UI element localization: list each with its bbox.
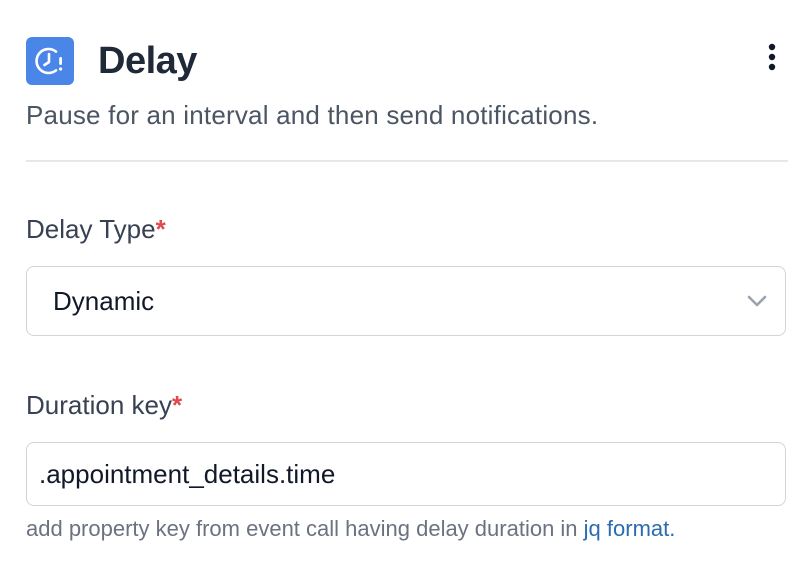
duration-key-label: Duration key*: [26, 390, 182, 421]
chevron-down-icon: [747, 295, 767, 307]
panel-header: Delay: [26, 36, 197, 86]
clock-alert-glyph: [35, 47, 63, 75]
duration-key-help-text: add property key from event call having …: [26, 516, 675, 542]
divider: [26, 160, 788, 162]
duration-key-label-text: Duration key: [26, 390, 172, 420]
delay-type-select[interactable]: Dynamic: [26, 266, 786, 336]
clock-alert-icon: [26, 37, 74, 85]
more-vertical-icon[interactable]: [756, 40, 788, 74]
delay-config-panel: Delay Pause for an interval and then sen…: [0, 0, 806, 588]
required-marker: *: [155, 214, 166, 244]
panel-subtitle: Pause for an interval and then send noti…: [26, 100, 599, 130]
panel-title: Delay: [98, 39, 197, 82]
required-marker: *: [171, 390, 183, 420]
duration-key-input[interactable]: [26, 442, 786, 506]
jq-format-link[interactable]: jq format.: [584, 516, 676, 541]
help-text: add property key from event call having …: [26, 516, 584, 541]
delay-type-label: Delay Type*: [26, 214, 166, 245]
delay-type-label-text: Delay Type: [26, 214, 156, 244]
delay-type-selected-value: Dynamic: [53, 285, 155, 316]
